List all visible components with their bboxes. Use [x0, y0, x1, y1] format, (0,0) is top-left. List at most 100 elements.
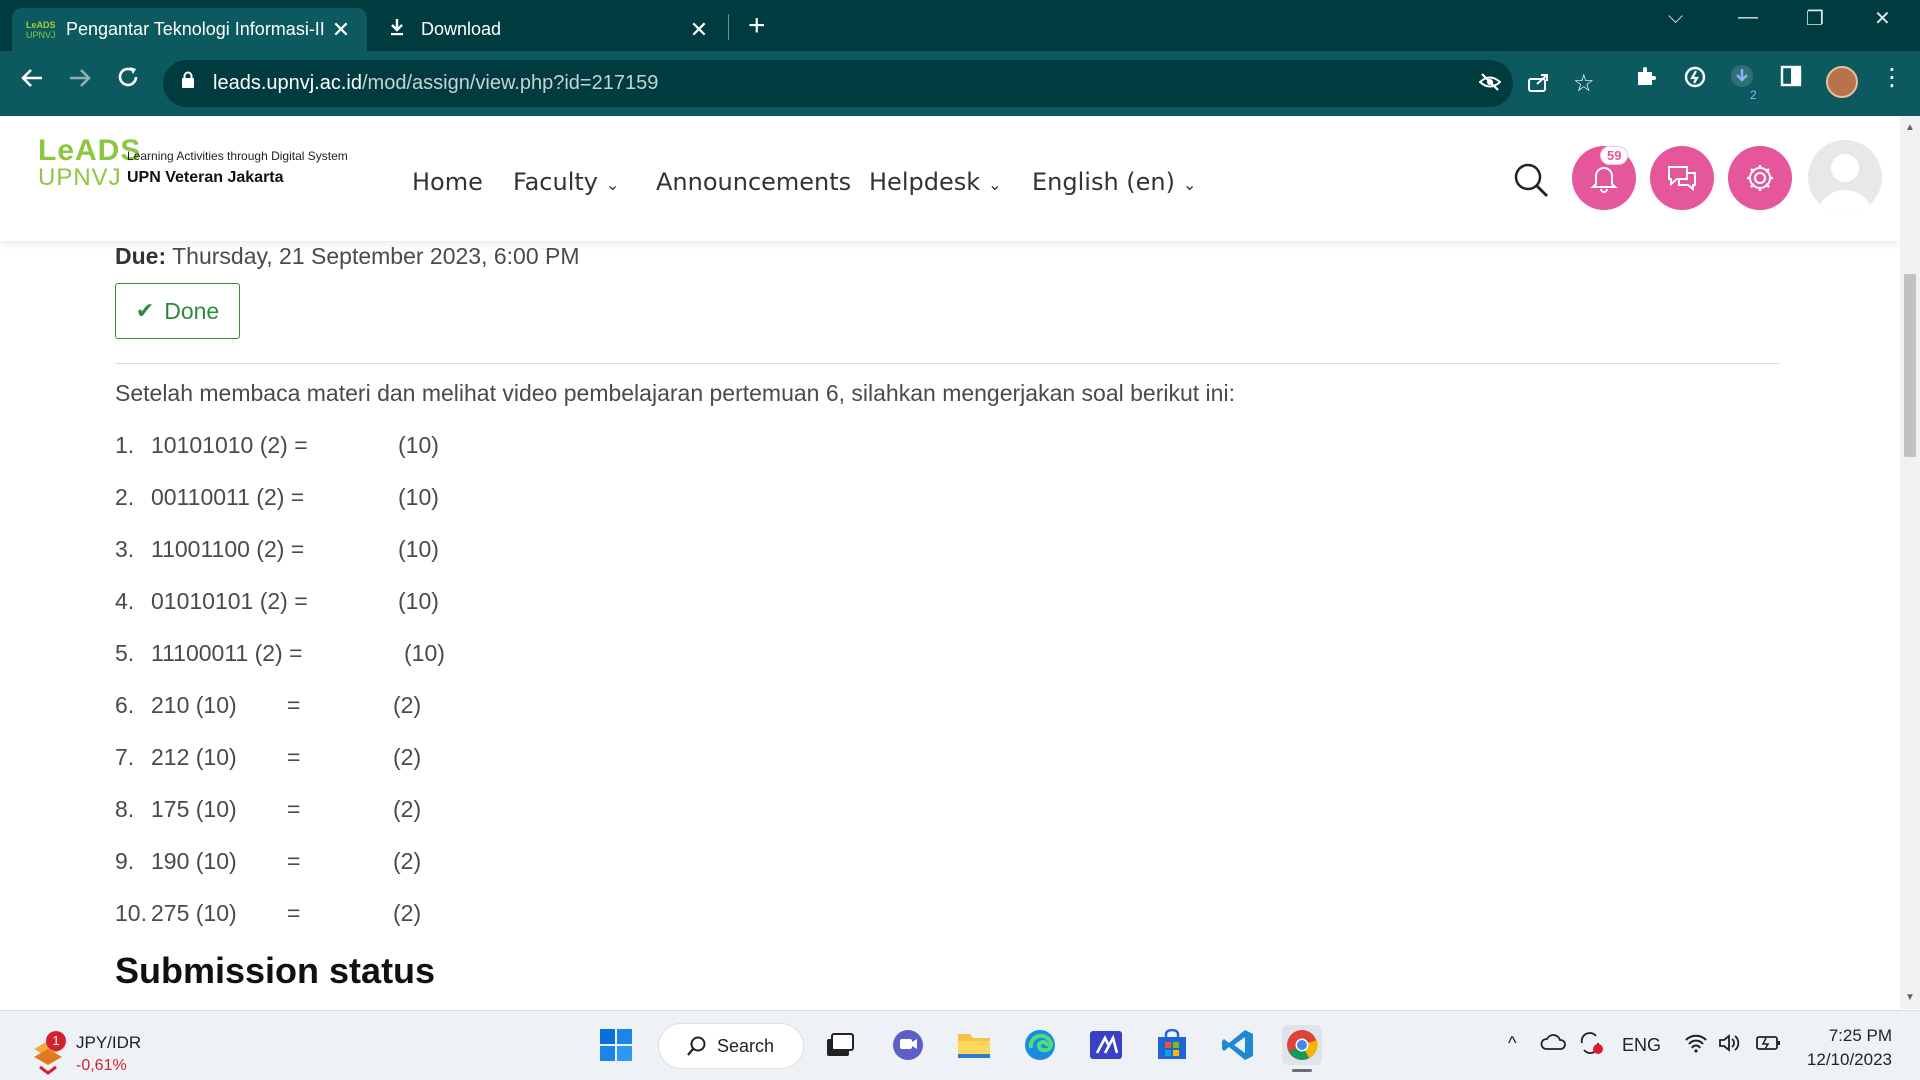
messages-button[interactable]: [1650, 146, 1714, 210]
nav-language[interactable]: English (en) ⌄: [1032, 168, 1196, 196]
scrollbar-thumb[interactable]: [1904, 274, 1916, 457]
question-number: 7.: [115, 744, 135, 770]
share-icon[interactable]: [1527, 72, 1549, 98]
logo-bottom: UPNVJ: [38, 164, 122, 191]
site-header: LeADS UPNVJ Learning Activities through …: [0, 116, 1900, 241]
battery-icon[interactable]: [1754, 1033, 1782, 1058]
back-button[interactable]: [20, 65, 44, 96]
due-date: Due: Thursday, 21 September 2023, 6:00 P…: [115, 243, 580, 270]
nav-home[interactable]: Home: [412, 168, 483, 196]
search-icon[interactable]: [1513, 162, 1549, 203]
reload-button[interactable]: [116, 65, 140, 96]
extensions-puzzle-icon[interactable]: [1635, 65, 1657, 93]
sync-status-icon[interactable]: [1578, 1031, 1604, 1060]
done-button[interactable]: ✔ Done: [115, 283, 240, 339]
question-base: (10): [404, 640, 445, 666]
question-value: 11001100 (2) =: [151, 536, 305, 562]
minimize-button[interactable]: —: [1738, 6, 1758, 29]
task-view-icon[interactable]: [820, 1025, 860, 1065]
url-path: /mod/assign/view.php?id=217159: [361, 72, 659, 94]
system-clock[interactable]: 7:25 PM 12/10/2023: [1800, 1024, 1892, 1072]
url-domain: leads.upnvj.ac.id: [213, 72, 362, 94]
gear-icon: [1747, 165, 1773, 191]
nav-faculty-label: Faculty: [513, 168, 598, 196]
bell-icon: [1590, 167, 1618, 193]
volume-icon[interactable]: [1718, 1033, 1742, 1058]
question-number: 3.: [115, 536, 135, 562]
profile-avatar[interactable]: [1826, 66, 1858, 98]
extension-refresh-icon[interactable]: [1683, 65, 1707, 95]
nav-announcements[interactable]: Announcements: [656, 168, 851, 196]
tab-assignment[interactable]: LeADS UPNVJ Pengantar Teknologi Informasi…: [12, 8, 367, 51]
browser-tab-strip: LeADS UPNVJ Pengantar Teknologi Informasi…: [0, 0, 1920, 51]
onedrive-cloud-icon[interactable]: [1540, 1033, 1566, 1056]
chevron-down-icon: ⌄: [606, 175, 620, 194]
show-hidden-icons-chevron-icon[interactable]: ^: [1508, 1033, 1516, 1054]
page-scrollbar[interactable]: ▲ ▼: [1900, 116, 1920, 1009]
scroll-down-icon[interactable]: ▼: [1905, 992, 1915, 1003]
microsoft-store-icon[interactable]: [1152, 1025, 1192, 1065]
question-value: 212 (10): [151, 744, 237, 770]
vscode-icon[interactable]: [1218, 1025, 1258, 1065]
address-bar[interactable]: leads.upnvj.ac.id/mod/assign/view.php?id…: [163, 60, 1595, 107]
ticker-symbol: JPY/IDR: [76, 1033, 142, 1052]
checkmark-icon: ✔: [135, 298, 155, 323]
question-value: 190 (10): [151, 848, 237, 874]
question-number: 2.: [115, 484, 135, 510]
side-panel-icon[interactable]: [1780, 65, 1802, 93]
question-value: 210 (10): [151, 692, 237, 718]
divider: [115, 363, 1780, 364]
close-tab-icon[interactable]: ✕: [329, 17, 353, 43]
nav-faculty[interactable]: Faculty ⌄: [513, 168, 619, 196]
due-value: Thursday, 21 September 2023, 6:00 PM: [172, 243, 580, 269]
question-number: 10.: [115, 900, 147, 926]
new-tab-button[interactable]: +: [748, 8, 766, 44]
question-base: (2): [393, 900, 422, 926]
settings-button[interactable]: [1728, 146, 1792, 210]
browser-menu-icon[interactable]: ⋮: [1880, 63, 1904, 92]
logo-text: Learning Activities through Digital Syst…: [127, 149, 348, 187]
search-icon: [687, 1036, 707, 1061]
download-count: 2: [1750, 88, 1757, 102]
chrome-taskbar-icon[interactable]: [1282, 1025, 1322, 1065]
question-number: 1.: [115, 432, 135, 458]
question-number: 5.: [115, 640, 135, 666]
restore-button[interactable]: ❐: [1806, 6, 1824, 31]
user-avatar[interactable]: [1808, 140, 1882, 214]
wifi-icon[interactable]: [1684, 1033, 1708, 1058]
nav-helpdesk-label: Helpdesk: [869, 168, 981, 196]
done-label: Done: [164, 297, 220, 324]
question-number: 4.: [115, 588, 135, 614]
question-base: (10): [398, 588, 439, 614]
leads-logo[interactable]: LeADS UPNVJ: [38, 136, 141, 190]
vpn-app-icon[interactable]: [1086, 1025, 1126, 1065]
start-button[interactable]: [596, 1025, 636, 1065]
assignment-intro: Setelah membaca materi dan melihat video…: [115, 380, 1235, 406]
question-equals: =: [287, 744, 301, 770]
nav-helpdesk[interactable]: Helpdesk ⌄: [869, 168, 1002, 196]
logo-top: LeADS: [38, 134, 142, 167]
close-tab-icon[interactable]: ✕: [687, 17, 711, 43]
forward-button[interactable]: [68, 65, 92, 96]
close-window-button[interactable]: ✕: [1874, 6, 1891, 31]
leads-favicon-icon: LeADS UPNVJ: [26, 19, 56, 40]
windows-taskbar: 1 JPY/IDR -0,61% Search ^ ENG 7:25 PM 12…: [0, 1010, 1920, 1080]
teams-chat-icon[interactable]: [888, 1025, 928, 1065]
question-number: 8.: [115, 796, 135, 822]
clock-time: 7:25 PM: [1828, 1026, 1892, 1045]
file-explorer-icon[interactable]: [954, 1025, 994, 1065]
tab-search-chevron-icon[interactable]: ⌵: [1668, 6, 1683, 29]
tab-download[interactable]: Download ✕: [375, 8, 725, 51]
submission-status-heading: Submission status: [115, 950, 436, 991]
taskbar-search[interactable]: Search: [658, 1023, 804, 1069]
question-base: (2): [393, 848, 422, 874]
bookmark-star-icon[interactable]: ☆: [1573, 69, 1595, 98]
eye-slash-icon[interactable]: [1478, 72, 1502, 98]
edge-browser-icon[interactable]: [1020, 1025, 1060, 1065]
question-value: 11100011 (2) =: [151, 640, 303, 666]
question-base: (2): [393, 796, 422, 822]
question-base: (10): [398, 536, 439, 562]
scroll-up-icon[interactable]: ▲: [1905, 122, 1915, 133]
nav-home-label: Home: [412, 168, 483, 196]
language-indicator[interactable]: ENG: [1622, 1035, 1661, 1056]
